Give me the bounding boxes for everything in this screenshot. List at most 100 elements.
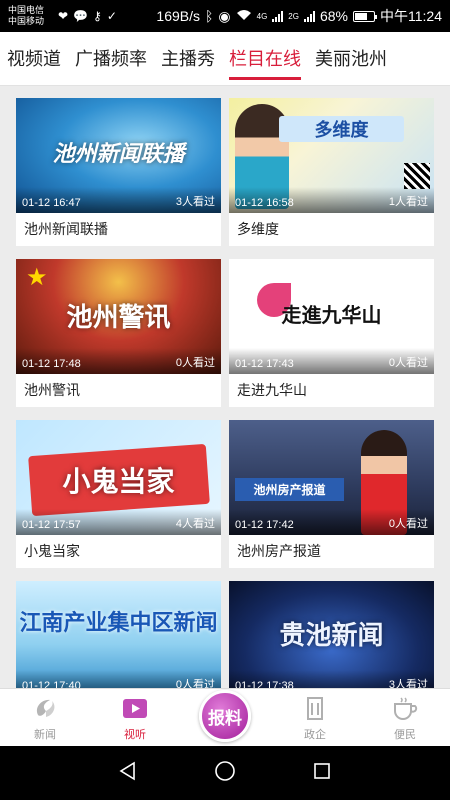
back-icon — [119, 761, 135, 780]
program-title[interactable]: 池州房产报道 — [229, 535, 434, 568]
clock: 中午11:24 — [380, 8, 442, 24]
nav-government[interactable]: 政企 — [270, 689, 360, 746]
view-count: 3人看过 — [388, 679, 428, 688]
nav-news-label: 新闻 — [34, 729, 56, 741]
program-card-guichi-news[interactable]: 贵池新闻 01-12 17:38 3人看过 — [229, 581, 434, 688]
network-2g: 2G — [288, 11, 299, 21]
nav-news[interactable]: 新闻 — [0, 689, 90, 746]
program-title[interactable]: 多维度 — [229, 213, 434, 246]
program-card-home-alone-kids[interactable]: 小鬼当家 01-12 17:57 4人看过 小鬼当家 — [16, 420, 221, 568]
notification-icons: ❤ 💬 ⚷ ✓ — [58, 9, 117, 23]
thumbnail-meta: 01-12 16:58 1人看过 — [229, 187, 434, 213]
thumbnail-meta: 01-12 17:40 0人看过 — [16, 670, 221, 688]
program-title[interactable]: 小鬼当家 — [16, 535, 221, 568]
program-title[interactable]: 走进九华山 — [229, 374, 434, 407]
thumbnail-meta: 01-12 17:43 0人看过 — [229, 348, 434, 374]
battery-icon — [353, 10, 377, 22]
cup-icon — [391, 694, 419, 722]
view-count: 3人看过 — [175, 196, 215, 208]
program-grid: 池州新闻联播 01-12 16:47 3人看过 池州新闻联播 多维度 01-12… — [16, 98, 434, 688]
system-indicators: 169B/s ᛒ ◉ 4G 2G 68% 中午11:24 — [156, 6, 442, 26]
app-root: 中国电信 中国移动 ❤ 💬 ⚷ ✓ 169B/s ᛒ ◉ 4G 2G 68% 中… — [0, 0, 450, 800]
star-icon: ★ — [26, 264, 48, 291]
thumbnail-meta: 01-12 17:48 0人看过 — [16, 348, 221, 374]
publish-time: 01-12 16:47 — [22, 197, 81, 209]
thumbnail-meta: 01-12 17:57 4人看过 — [16, 509, 221, 535]
tab-video-channel[interactable]: 视频道 — [0, 32, 68, 86]
nav-convenience[interactable]: 便民 — [360, 689, 450, 746]
view-count: 0人看过 — [175, 679, 215, 688]
thumbnail-meta: 01-12 16:47 3人看过 — [16, 187, 221, 213]
recents-icon — [314, 762, 330, 779]
thumbnail-logo: 池州新闻联播 — [52, 141, 185, 166]
video-icon — [121, 694, 149, 722]
carrier-1: 中国电信 — [8, 5, 45, 15]
home-button[interactable] — [214, 760, 236, 787]
network-speed: 169B/s — [156, 8, 200, 24]
building-icon — [301, 694, 329, 722]
key-icon: ⚷ — [93, 9, 102, 23]
program-card-jiangnan-news[interactable]: 江南产业集中区新闻 01-12 17:40 0人看过 — [16, 581, 221, 688]
back-button[interactable] — [118, 761, 138, 786]
wifi-icon — [236, 8, 252, 24]
system-navigation-bar — [0, 746, 450, 800]
nav-video-label: 视听 — [124, 729, 146, 741]
program-thumbnail[interactable]: 池州新闻联播 01-12 16:47 3人看过 — [16, 98, 221, 213]
battery-level — [355, 12, 367, 20]
publish-time: 01-12 16:58 — [235, 197, 294, 209]
signal-icon-1 — [272, 10, 284, 22]
program-thumbnail[interactable]: 多维度 01-12 16:58 1人看过 — [229, 98, 434, 213]
view-count: 0人看过 — [388, 357, 428, 369]
nav-government-label: 政企 — [304, 729, 326, 741]
tab-beautiful-chizhou[interactable]: 美丽池州 — [308, 32, 394, 86]
publish-time: 01-12 17:57 — [22, 519, 81, 531]
program-card-jiuhua-mountain[interactable]: 走進九华山 01-12 17:43 0人看过 走进九华山 — [229, 259, 434, 407]
program-thumbnail[interactable]: 池州房产报道 01-12 17:42 0人看过 — [229, 420, 434, 535]
recents-button[interactable] — [312, 761, 332, 786]
program-thumbnail[interactable]: 小鬼当家 01-12 17:57 4人看过 — [16, 420, 221, 535]
thumbnail-meta: 01-12 17:38 3人看过 — [229, 670, 434, 688]
qr-code-icon — [404, 163, 430, 189]
thumbnail-meta: 01-12 17:42 0人看过 — [229, 509, 434, 535]
tab-programs-online[interactable]: 栏目在线 — [222, 32, 308, 86]
tab-anchor-show[interactable]: 主播秀 — [154, 32, 222, 86]
thumbnail-logo: 贵池新闻 — [279, 620, 384, 650]
chat-icon: 💬 — [73, 9, 89, 23]
report-button[interactable]: 报料 — [199, 690, 251, 742]
program-card-chizhou-news[interactable]: 池州新闻联播 01-12 16:47 3人看过 池州新闻联播 — [16, 98, 221, 246]
check-icon: ✓ — [106, 9, 117, 23]
thumbnail-logo: 多维度 — [279, 116, 404, 142]
program-card-multi-dimension[interactable]: 多维度 01-12 16:58 1人看过 多维度 — [229, 98, 434, 246]
publish-time: 01-12 17:38 — [235, 680, 294, 688]
program-thumbnail[interactable]: 江南产业集中区新闻 01-12 17:40 0人看过 — [16, 581, 221, 688]
thumbnail-logo: 小鬼当家 — [62, 466, 175, 497]
nav-video[interactable]: 视听 — [90, 689, 180, 746]
program-card-real-estate-report[interactable]: 池州房产报道 01-12 17:42 0人看过 池州房产报道 — [229, 420, 434, 568]
nav-convenience-label: 便民 — [394, 729, 416, 741]
tab-radio-frequency[interactable]: 广播频率 — [68, 32, 154, 86]
program-title[interactable]: 池州新闻联播 — [16, 213, 221, 246]
battery-percent: 68% — [319, 8, 348, 24]
program-thumbnail[interactable]: 贵池新闻 01-12 17:38 3人看过 — [229, 581, 434, 688]
thumbnail-logo: 池州警讯 — [66, 302, 171, 332]
program-thumbnail[interactable]: ★ 池州警讯 01-12 17:48 0人看过 — [16, 259, 221, 374]
carrier-labels: 中国电信 中国移动 — [8, 5, 54, 27]
view-count: 4人看过 — [175, 518, 215, 530]
view-count: 1人看过 — [388, 196, 428, 208]
status-bar: 中国电信 中国移动 ❤ 💬 ⚷ ✓ 169B/s ᛒ ◉ 4G 2G 68% 中… — [0, 0, 450, 32]
bluetooth-icon: ᛒ — [205, 8, 214, 24]
program-card-police-news[interactable]: ★ 池州警讯 01-12 17:48 0人看过 池州警讯 — [16, 259, 221, 407]
eye-icon: ◉ — [218, 7, 231, 24]
carrier-2: 中国移动 — [8, 16, 45, 26]
network-4g: 4G — [256, 11, 268, 21]
thumbnail-logo: 池州房产报道 — [235, 478, 344, 501]
news-icon — [31, 694, 59, 722]
publish-time: 01-12 17:40 — [22, 680, 81, 688]
program-thumbnail[interactable]: 走進九华山 01-12 17:43 0人看过 — [229, 259, 434, 374]
view-count: 0人看过 — [388, 518, 428, 530]
heart-rate-icon: ❤ — [58, 9, 69, 23]
program-title[interactable]: 池州警讯 — [16, 374, 221, 407]
view-count: 0人看过 — [175, 357, 215, 369]
thumbnail-logo: 江南产业集中区新闻 — [19, 610, 218, 635]
thumbnail-logo: 走進九华山 — [281, 303, 382, 327]
